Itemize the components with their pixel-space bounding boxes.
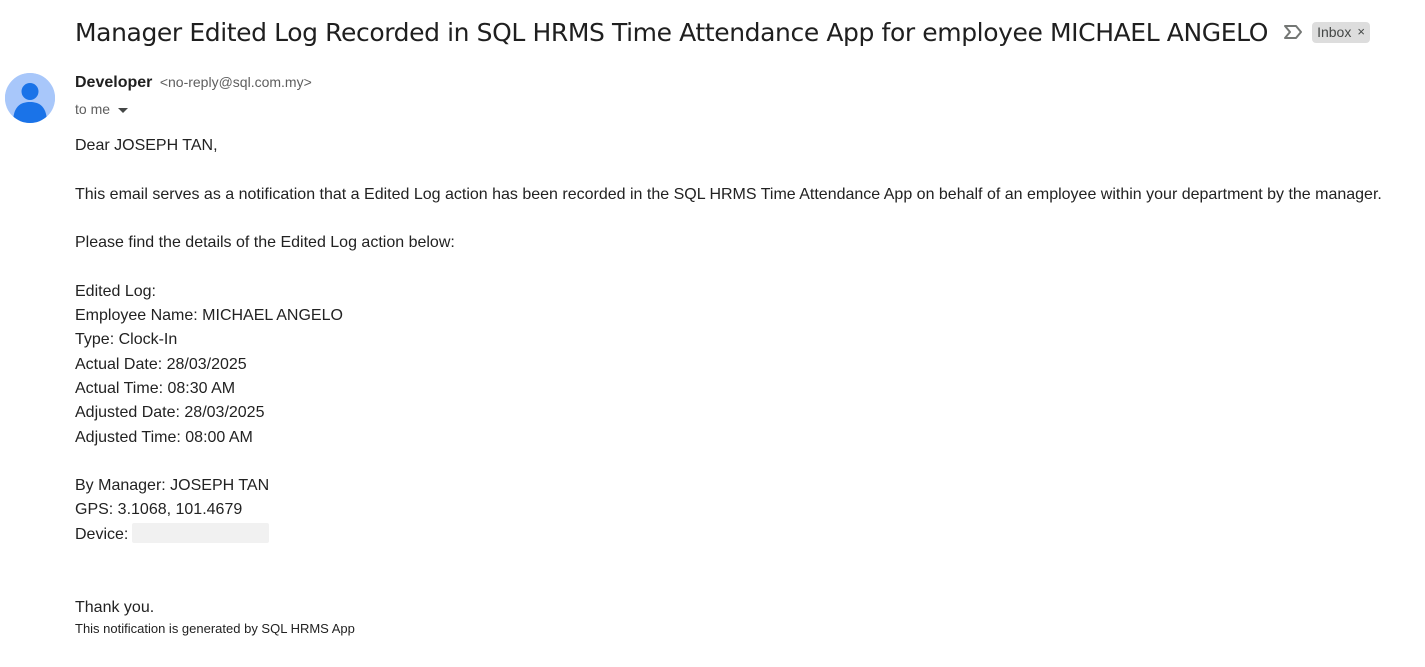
actual-date-line: Actual Date: 28/03/2025	[75, 355, 247, 373]
sender-row: Developer <no-reply@sql.com.my>	[75, 74, 312, 92]
closing-text: Thank you.	[75, 598, 155, 616]
employee-name-line: Employee Name: MICHAEL ANGELO	[75, 307, 343, 325]
recipient-text: to me	[75, 101, 111, 117]
caret-down-icon[interactable]	[118, 107, 129, 113]
details-intro: Please find the details of the Edited Lo…	[75, 234, 455, 252]
intro-paragraph: This email serves as a notification that…	[75, 185, 1382, 203]
gps-line: GPS: 3.1068, 101.4679	[75, 501, 243, 519]
default-person-avatar-icon	[5, 73, 55, 123]
type-line: Type: Clock-In	[75, 331, 178, 349]
importance-marker-icon[interactable]	[1282, 23, 1304, 41]
adjusted-date-line: Adjusted Date: 28/03/2025	[75, 404, 265, 422]
device-line: Device:	[75, 522, 1420, 547]
sender-email: <no-reply@sql.com.my>	[159, 74, 312, 90]
device-label: Device:	[75, 525, 129, 543]
greeting: Dear JOSEPH TAN,	[75, 137, 218, 154]
details-heading: Edited Log:	[75, 282, 156, 300]
email-subject-row: Manager Edited Log Recorded in SQL HRMS …	[75, 12, 1415, 52]
manager-line: By Manager: JOSEPH TAN	[75, 477, 270, 495]
device-redacted-value	[132, 522, 270, 543]
remove-label-icon[interactable]: ×	[1357, 24, 1365, 39]
actual-time-line: Actual Time: 08:30 AM	[75, 379, 236, 397]
footer-note: This notification is generated by SQL HR…	[75, 620, 355, 636]
sender-avatar[interactable]	[5, 73, 55, 123]
inbox-label-text: Inbox	[1317, 23, 1352, 40]
email-body: Dear JOSEPH TAN, This email serves as a …	[75, 134, 1420, 638]
recipient-details-toggle[interactable]: to me	[75, 101, 129, 117]
adjusted-time-line: Adjusted Time: 08:00 AM	[75, 428, 253, 446]
email-subject: Manager Edited Log Recorded in SQL HRMS …	[75, 17, 1269, 47]
sender-name[interactable]: Developer	[75, 74, 152, 91]
inbox-label-chip[interactable]: Inbox ×	[1312, 21, 1370, 43]
